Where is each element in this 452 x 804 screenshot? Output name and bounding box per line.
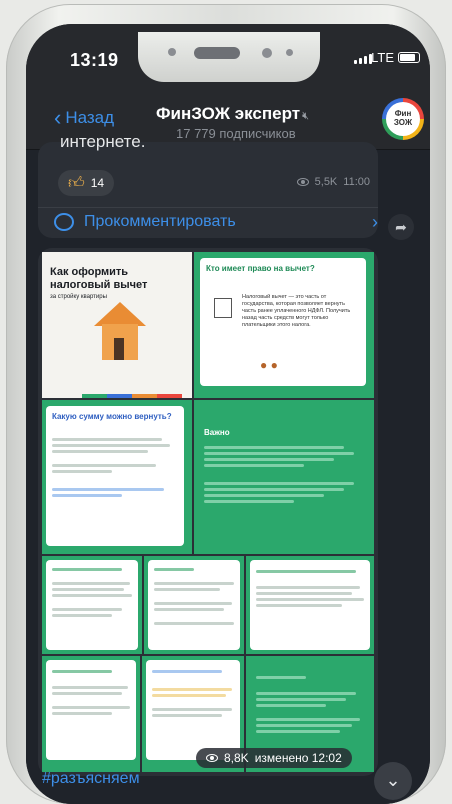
sensor-dot bbox=[168, 48, 176, 56]
view-count: 5,5K bbox=[314, 176, 338, 188]
album-photo-4[interactable]: Важно bbox=[194, 400, 374, 554]
album-photo-5[interactable] bbox=[42, 556, 142, 654]
slide-title: Как оформить налоговый вычет bbox=[50, 266, 148, 291]
slide-card bbox=[46, 560, 138, 650]
reaction-chip[interactable]: 👍︎ 14 bbox=[58, 170, 115, 196]
reaction-count: 14 bbox=[90, 176, 105, 190]
notch bbox=[138, 32, 320, 82]
screen: 13:19 LTE ‹ Назад ФинЗОЖ эксперт 🔇︎ 17 77… bbox=[26, 24, 430, 804]
speaker-grille bbox=[194, 47, 240, 59]
album-photo-8[interactable] bbox=[42, 656, 140, 772]
hashtag-link[interactable]: #разъясняем bbox=[42, 770, 140, 788]
camera-dot bbox=[262, 48, 272, 58]
message-meta: 5,5K 11:00 bbox=[296, 176, 370, 188]
color-strip bbox=[82, 394, 182, 398]
status-bar: 13:19 LTE bbox=[26, 24, 430, 86]
message-text: интернете. bbox=[60, 132, 146, 151]
message-bubble[interactable]: интернете. 👍︎ 14 5,5K 11:00 Прокомментир… bbox=[38, 132, 378, 238]
speaker-off-icon: 🔇︎ bbox=[302, 110, 310, 122]
back-button[interactable]: ‹ Назад bbox=[54, 105, 115, 130]
slide-card bbox=[146, 660, 240, 760]
slide-card bbox=[148, 560, 240, 650]
channel-avatar[interactable]: Фин ЗОЖ bbox=[382, 98, 424, 140]
network-label: LTE bbox=[371, 50, 394, 65]
scroll-down-button[interactable]: ⌄ bbox=[374, 762, 412, 800]
eye-icon bbox=[206, 754, 218, 762]
slide-heading: Какую сумму можно вернуть? bbox=[52, 412, 172, 421]
sensor-dot-2 bbox=[286, 49, 293, 56]
album-meta: 8,8K изменено 12:02 bbox=[196, 748, 352, 768]
album-photo-6[interactable] bbox=[144, 556, 244, 654]
slide-subtitle: за стройку квартиры bbox=[50, 294, 107, 300]
thumbs-up-icon: 👍︎ bbox=[68, 174, 85, 192]
divider bbox=[38, 207, 378, 208]
slide-body: Налоговый вычет — это часть от государст… bbox=[242, 294, 351, 328]
share-button[interactable]: ➦ bbox=[388, 214, 414, 240]
album-photo-2[interactable]: Кто имеет право на вычет? Налоговый выче… bbox=[194, 252, 374, 398]
subscriber-count: 17 779 подписчиков bbox=[176, 126, 296, 141]
back-label: Назад bbox=[65, 108, 115, 127]
comment-label: Прокомментировать bbox=[84, 213, 236, 230]
chat-area[interactable]: интернете. 👍︎ 14 5,5K 11:00 Прокомментир… bbox=[26, 132, 430, 804]
comment-icon bbox=[54, 213, 74, 231]
phone-frame: 13:19 LTE ‹ Назад ФинЗОЖ эксперт 🔇︎ 17 77… bbox=[6, 4, 446, 804]
edited-time: изменено 12:02 bbox=[254, 751, 342, 765]
album-photo-7[interactable] bbox=[246, 556, 374, 654]
document-icon bbox=[214, 298, 232, 318]
house-icon bbox=[94, 302, 146, 362]
chevron-right-icon: › bbox=[372, 212, 378, 232]
coins-icon: ● ● bbox=[260, 358, 278, 372]
avatar-text: Фин ЗОЖ bbox=[386, 102, 420, 136]
slide-card: Кто имеет право на вычет? Налоговый выче… bbox=[200, 258, 366, 386]
status-time: 13:19 bbox=[70, 50, 119, 70]
photo-album[interactable]: Как оформить налоговый вычет за стройку … bbox=[38, 248, 378, 776]
share-icon: ➦ bbox=[395, 219, 407, 235]
album-view-count: 8,8K bbox=[224, 751, 249, 765]
channel-title-text: ФинЗОЖ эксперт bbox=[156, 104, 301, 123]
eye-icon bbox=[296, 178, 309, 186]
chevron-down-icon: ⌄ bbox=[385, 770, 401, 790]
comment-button[interactable]: Прокомментировать › bbox=[54, 210, 378, 234]
channel-title[interactable]: ФинЗОЖ эксперт 🔇︎ bbox=[156, 104, 309, 124]
chevron-left-icon: ‹ bbox=[54, 105, 62, 130]
album-photo-1[interactable]: Как оформить налоговый вычет за стройку … bbox=[42, 252, 192, 398]
battery-icon bbox=[398, 52, 420, 63]
slide-card bbox=[46, 660, 136, 760]
message-time: 11:00 bbox=[343, 176, 370, 188]
slide-card: Какую сумму можно вернуть? bbox=[46, 406, 184, 546]
slide-heading: Кто имеет право на вычет? bbox=[206, 264, 315, 273]
slide-heading: Важно bbox=[204, 428, 230, 437]
album-photo-3[interactable]: Какую сумму можно вернуть? bbox=[42, 400, 192, 554]
slide-card bbox=[250, 560, 370, 650]
signal-icon bbox=[354, 54, 372, 64]
